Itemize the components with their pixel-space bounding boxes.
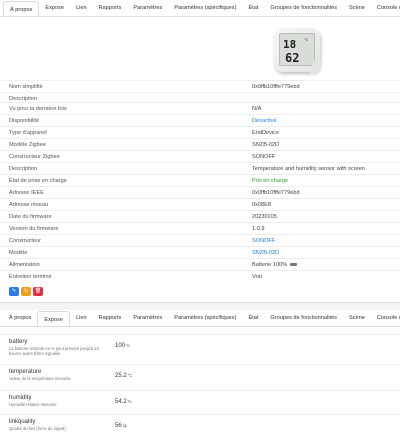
device-humidity-readout: 62 bbox=[285, 51, 300, 65]
device-unit-readout: °C bbox=[304, 38, 309, 42]
tab-dev-console[interactable]: Console dev bbox=[371, 310, 400, 326]
value-unit: °C bbox=[127, 373, 133, 378]
value-unit: % bbox=[126, 343, 130, 348]
tab-settings-specific[interactable]: Paramètres (spécifiques) bbox=[168, 310, 242, 326]
device-temp-readout: 18 bbox=[283, 38, 297, 51]
value-number: 25.2 bbox=[115, 373, 127, 379]
prop-row: Nom simplifié 0x0ffb10fffe779ebd bbox=[0, 80, 400, 92]
device-screen: 18 °C 62 bbox=[279, 33, 315, 66]
tab-settings-specific[interactable]: Paramètres (spécifiques) bbox=[168, 0, 242, 16]
prop-row: Vu pour la dernière fois N/A bbox=[0, 102, 400, 114]
tab-settings[interactable]: Paramètres bbox=[127, 0, 168, 16]
value-number: 56 bbox=[115, 423, 122, 429]
tab-scene[interactable]: Scène bbox=[343, 0, 371, 16]
tab-bind[interactable]: Lien bbox=[70, 310, 93, 326]
value-unit: lqi bbox=[122, 423, 127, 428]
expose-name: humidity bbox=[9, 395, 32, 401]
tab-reporting[interactable]: Rapports bbox=[93, 0, 128, 16]
prop-row: Adresse réseau 0x08E8 bbox=[0, 198, 400, 210]
tab-bar: À propos Expose Lien Rapports Paramètres… bbox=[0, 310, 400, 327]
prop-value: Vrai bbox=[252, 274, 262, 280]
tab-dev-console[interactable]: Console dev bbox=[371, 0, 400, 16]
tab-bar: À propos Expose Lien Rapports Paramètres… bbox=[0, 0, 400, 17]
device-about-panel: À propos Expose Lien Rapports Paramètres… bbox=[0, 0, 400, 303]
expose-description: La batterie restante en % peut prendre j… bbox=[9, 346, 99, 356]
power-text: Batterie 100% bbox=[252, 262, 288, 268]
tab-state[interactable]: État bbox=[242, 0, 264, 16]
device-image: 18 °C 62 bbox=[274, 28, 324, 74]
expose-value: 100% bbox=[115, 343, 130, 349]
expose-description: Valeur de la température mesurée bbox=[9, 376, 71, 381]
prop-row: Date du firmware 20230105 bbox=[0, 210, 400, 222]
tab-clusters[interactable]: Groupes de fonctionnalités bbox=[264, 310, 343, 326]
prop-row: Version du firmware 1.0.9 bbox=[0, 222, 400, 234]
tab-scene[interactable]: Scène bbox=[343, 310, 371, 326]
expose-name: battery bbox=[9, 339, 28, 345]
prop-key: Entretien terminé bbox=[9, 274, 52, 280]
expose-value: 25.2°C bbox=[115, 373, 132, 379]
tab-about[interactable]: À propos bbox=[3, 310, 37, 326]
tab-expose[interactable]: Expose bbox=[39, 0, 70, 16]
expose-row: linkquality Qualité du lien (force du si… bbox=[0, 414, 400, 437]
expose-value: 54.2% bbox=[115, 399, 131, 405]
battery-icon bbox=[290, 263, 298, 267]
prop-row: Alimentation Batterie 100% bbox=[0, 258, 400, 270]
device-expose-panel: À propos Expose Lien Rapports Paramètres… bbox=[0, 310, 400, 447]
prop-row: Disponibilité Désactivé bbox=[0, 114, 400, 126]
tab-about[interactable]: À propos bbox=[3, 1, 40, 16]
tab-clusters[interactable]: Groupes de fonctionnalités bbox=[264, 0, 343, 16]
ota-update-button[interactable]: ↻ bbox=[21, 287, 31, 296]
expose-name: linkquality bbox=[9, 419, 36, 425]
prop-row: Modèle SNZB-02D bbox=[0, 246, 400, 258]
prop-row: Type d'appareil EndDevice bbox=[0, 126, 400, 138]
expose-row: temperature Valeur de la température mes… bbox=[0, 364, 400, 387]
expose-row: humidity Humidité relative mesurée 54.2% bbox=[0, 390, 400, 413]
prop-row: État de prise en charge Pris en charge bbox=[0, 174, 400, 186]
prop-row: Entretien terminé Vrai bbox=[0, 270, 400, 282]
prop-row: Constructeur Zigbee SONOFF bbox=[0, 150, 400, 162]
expose-name: temperature bbox=[9, 369, 42, 375]
tab-reporting[interactable]: Rapports bbox=[93, 310, 128, 326]
expose-description: Humidité relative mesurée bbox=[9, 402, 57, 407]
expose-row: battery La batterie restante en % peut p… bbox=[0, 334, 400, 357]
delete-button[interactable]: 🗑 bbox=[33, 287, 43, 296]
prop-row: Description Temperature and humidity sens… bbox=[0, 162, 400, 174]
prop-row: Constructeur SONOFF bbox=[0, 234, 400, 246]
value-number: 54.2 bbox=[115, 399, 127, 405]
tab-expose[interactable]: Expose bbox=[37, 311, 71, 326]
expose-value: 56lqi bbox=[115, 423, 127, 429]
rename-button[interactable]: ✎ bbox=[9, 287, 19, 296]
tab-state[interactable]: État bbox=[242, 310, 264, 326]
prop-row: Modèle Zigbee SNZB-02D bbox=[0, 138, 400, 150]
action-buttons: ✎ ↻ 🗑 bbox=[9, 287, 43, 296]
value-number: 100 bbox=[115, 343, 126, 349]
value-unit: % bbox=[127, 399, 132, 404]
tab-bind[interactable]: Lien bbox=[70, 0, 93, 16]
tab-settings[interactable]: Paramètres bbox=[127, 310, 168, 326]
prop-row: Adresse IEEE 0x0ffb10fffe779ebd bbox=[0, 186, 400, 198]
expose-description: Qualité du lien (force du signal) bbox=[9, 426, 66, 431]
